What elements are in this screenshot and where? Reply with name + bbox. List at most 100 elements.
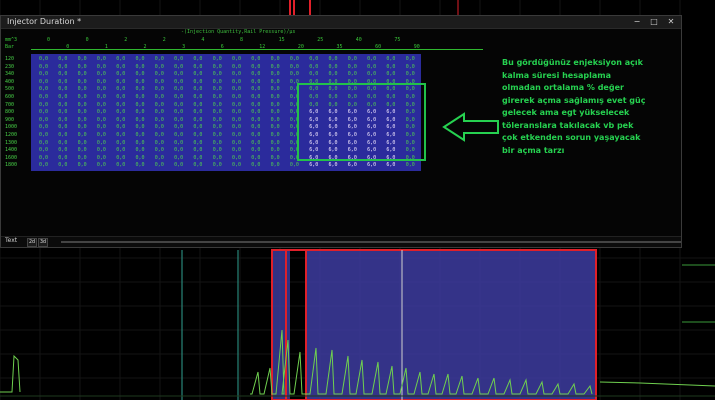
table-cell[interactable]: 0,0 [116, 155, 125, 161]
table-cell[interactable]: 0,0 [213, 162, 222, 168]
table-cell[interactable]: 0,0 [271, 147, 280, 153]
selection-region-left[interactable] [272, 250, 290, 400]
table-cell[interactable]: 0,0 [97, 94, 106, 100]
table-cell[interactable]: 0,0 [78, 71, 87, 77]
table-cell[interactable]: 0,0 [329, 64, 338, 70]
table-cell[interactable]: 0,0 [213, 124, 222, 130]
table-cell[interactable]: 0,0 [174, 147, 183, 153]
table-cell[interactable]: 0,0 [213, 155, 222, 161]
table-cell[interactable]: 0,0 [136, 140, 145, 146]
table-cell[interactable]: 0,0 [251, 109, 260, 115]
table-cell[interactable]: 0,0 [290, 56, 299, 62]
table-cell[interactable]: 0,0 [136, 117, 145, 123]
table-cell[interactable]: 0,0 [174, 109, 183, 115]
table-cell[interactable]: 0,0 [97, 71, 106, 77]
table-cell[interactable]: 0,0 [232, 162, 241, 168]
table-cell[interactable]: 0,0 [174, 155, 183, 161]
table-cell[interactable]: 0,0 [39, 79, 48, 85]
table-cell[interactable]: 0,0 [78, 109, 87, 115]
table-cell[interactable]: 0,0 [116, 117, 125, 123]
table-cell[interactable]: 0,0 [406, 71, 415, 77]
table-cell[interactable]: 0,0 [232, 71, 241, 77]
table-cell[interactable]: 0,0 [213, 71, 222, 77]
table-cell[interactable]: 0,0 [213, 56, 222, 62]
table-cell[interactable]: 0,0 [271, 86, 280, 92]
table-cell[interactable]: 0,0 [136, 102, 145, 108]
table-cell[interactable]: 0,0 [155, 132, 164, 138]
table-cell[interactable]: 0,0 [116, 140, 125, 146]
table-cell[interactable]: 0,0 [39, 64, 48, 70]
table-cell[interactable]: 0,0 [251, 117, 260, 123]
table-cell[interactable]: 0,0 [97, 132, 106, 138]
table-cell[interactable]: 0,0 [193, 86, 202, 92]
table-cell[interactable]: 0,0 [251, 102, 260, 108]
table-cell[interactable]: 0,0 [58, 109, 67, 115]
table-cell[interactable]: 0,0 [406, 162, 415, 168]
table-cell[interactable]: 0,0 [39, 94, 48, 100]
table-cell[interactable]: 0,0 [39, 147, 48, 153]
table-cell[interactable]: 0,0 [58, 79, 67, 85]
table-cell[interactable]: 0,0 [290, 64, 299, 70]
table-cell[interactable]: 0,0 [193, 132, 202, 138]
table-cell[interactable]: 0,0 [193, 117, 202, 123]
table-cell[interactable]: 0,0 [213, 117, 222, 123]
table-cell[interactable]: 0,0 [193, 109, 202, 115]
table-cell[interactable]: 0,0 [406, 56, 415, 62]
table-cell[interactable]: 0,0 [136, 155, 145, 161]
table-cell[interactable]: 0,0 [155, 155, 164, 161]
table-cell[interactable]: 0,0 [348, 71, 357, 77]
table-cell[interactable]: 0,0 [271, 56, 280, 62]
table-cell[interactable]: 0,0 [271, 162, 280, 168]
table-cell[interactable]: 0,0 [251, 140, 260, 146]
table-cell[interactable]: 0,0 [193, 56, 202, 62]
table-cell[interactable]: 0,0 [136, 86, 145, 92]
table-cell[interactable]: 0,0 [251, 79, 260, 85]
table-cell[interactable]: 0,0 [97, 117, 106, 123]
table-cell[interactable]: 0,0 [97, 147, 106, 153]
table-cell[interactable]: 0,0 [174, 94, 183, 100]
table-cell[interactable]: 0,0 [174, 132, 183, 138]
table-cell[interactable]: 0,0 [386, 64, 395, 70]
table-cell[interactable]: 6,0 [386, 162, 395, 168]
table-cell[interactable]: 0,0 [116, 64, 125, 70]
table-cell[interactable]: 0,0 [78, 132, 87, 138]
table-cell[interactable]: 0,0 [58, 86, 67, 92]
table-cell[interactable]: 0,0 [116, 162, 125, 168]
table-cell[interactable]: 0,0 [174, 117, 183, 123]
minimize-button[interactable]: − [629, 16, 645, 28]
table-cell[interactable]: 0,0 [97, 102, 106, 108]
table-cell[interactable]: 0,0 [271, 79, 280, 85]
table-cell[interactable]: 0,0 [39, 71, 48, 77]
table-cell[interactable]: 0,0 [309, 64, 318, 70]
table-cell[interactable]: 6,0 [367, 162, 376, 168]
table-cell[interactable]: 0,0 [213, 79, 222, 85]
table-cell[interactable]: 0,0 [251, 147, 260, 153]
table-cell[interactable]: 0,0 [193, 79, 202, 85]
table-cell[interactable]: 0,0 [78, 79, 87, 85]
table-cell[interactable]: 0,0 [271, 71, 280, 77]
table-cell[interactable]: 0,0 [251, 124, 260, 130]
table-cell[interactable]: 0,0 [155, 124, 164, 130]
table-cell[interactable]: 0,0 [136, 79, 145, 85]
table-cell[interactable]: 0,0 [136, 162, 145, 168]
table-cell[interactable]: 0,0 [136, 109, 145, 115]
table-cell[interactable]: 0,0 [174, 71, 183, 77]
table-cell[interactable]: 0,0 [58, 94, 67, 100]
table-cell[interactable]: 0,0 [58, 102, 67, 108]
table-cell[interactable]: 0,0 [232, 140, 241, 146]
table-cell[interactable]: 0,0 [232, 147, 241, 153]
table-cell[interactable]: 0,0 [39, 140, 48, 146]
table-cell[interactable]: 0,0 [271, 132, 280, 138]
table-cell[interactable]: 0,0 [155, 71, 164, 77]
table-cell[interactable]: 0,0 [155, 109, 164, 115]
table-cell[interactable]: 0,0 [58, 124, 67, 130]
table-cell[interactable]: 0,0 [251, 86, 260, 92]
table-cell[interactable]: 0,0 [78, 94, 87, 100]
table-cell[interactable]: 0,0 [213, 109, 222, 115]
table-cell[interactable]: 0,0 [58, 140, 67, 146]
table-cell[interactable]: 0,0 [39, 124, 48, 130]
table-cell[interactable]: 0,0 [290, 162, 299, 168]
table-cell[interactable]: 0,0 [155, 94, 164, 100]
table-cell[interactable]: 0,0 [136, 147, 145, 153]
table-cell[interactable]: 0,0 [329, 71, 338, 77]
